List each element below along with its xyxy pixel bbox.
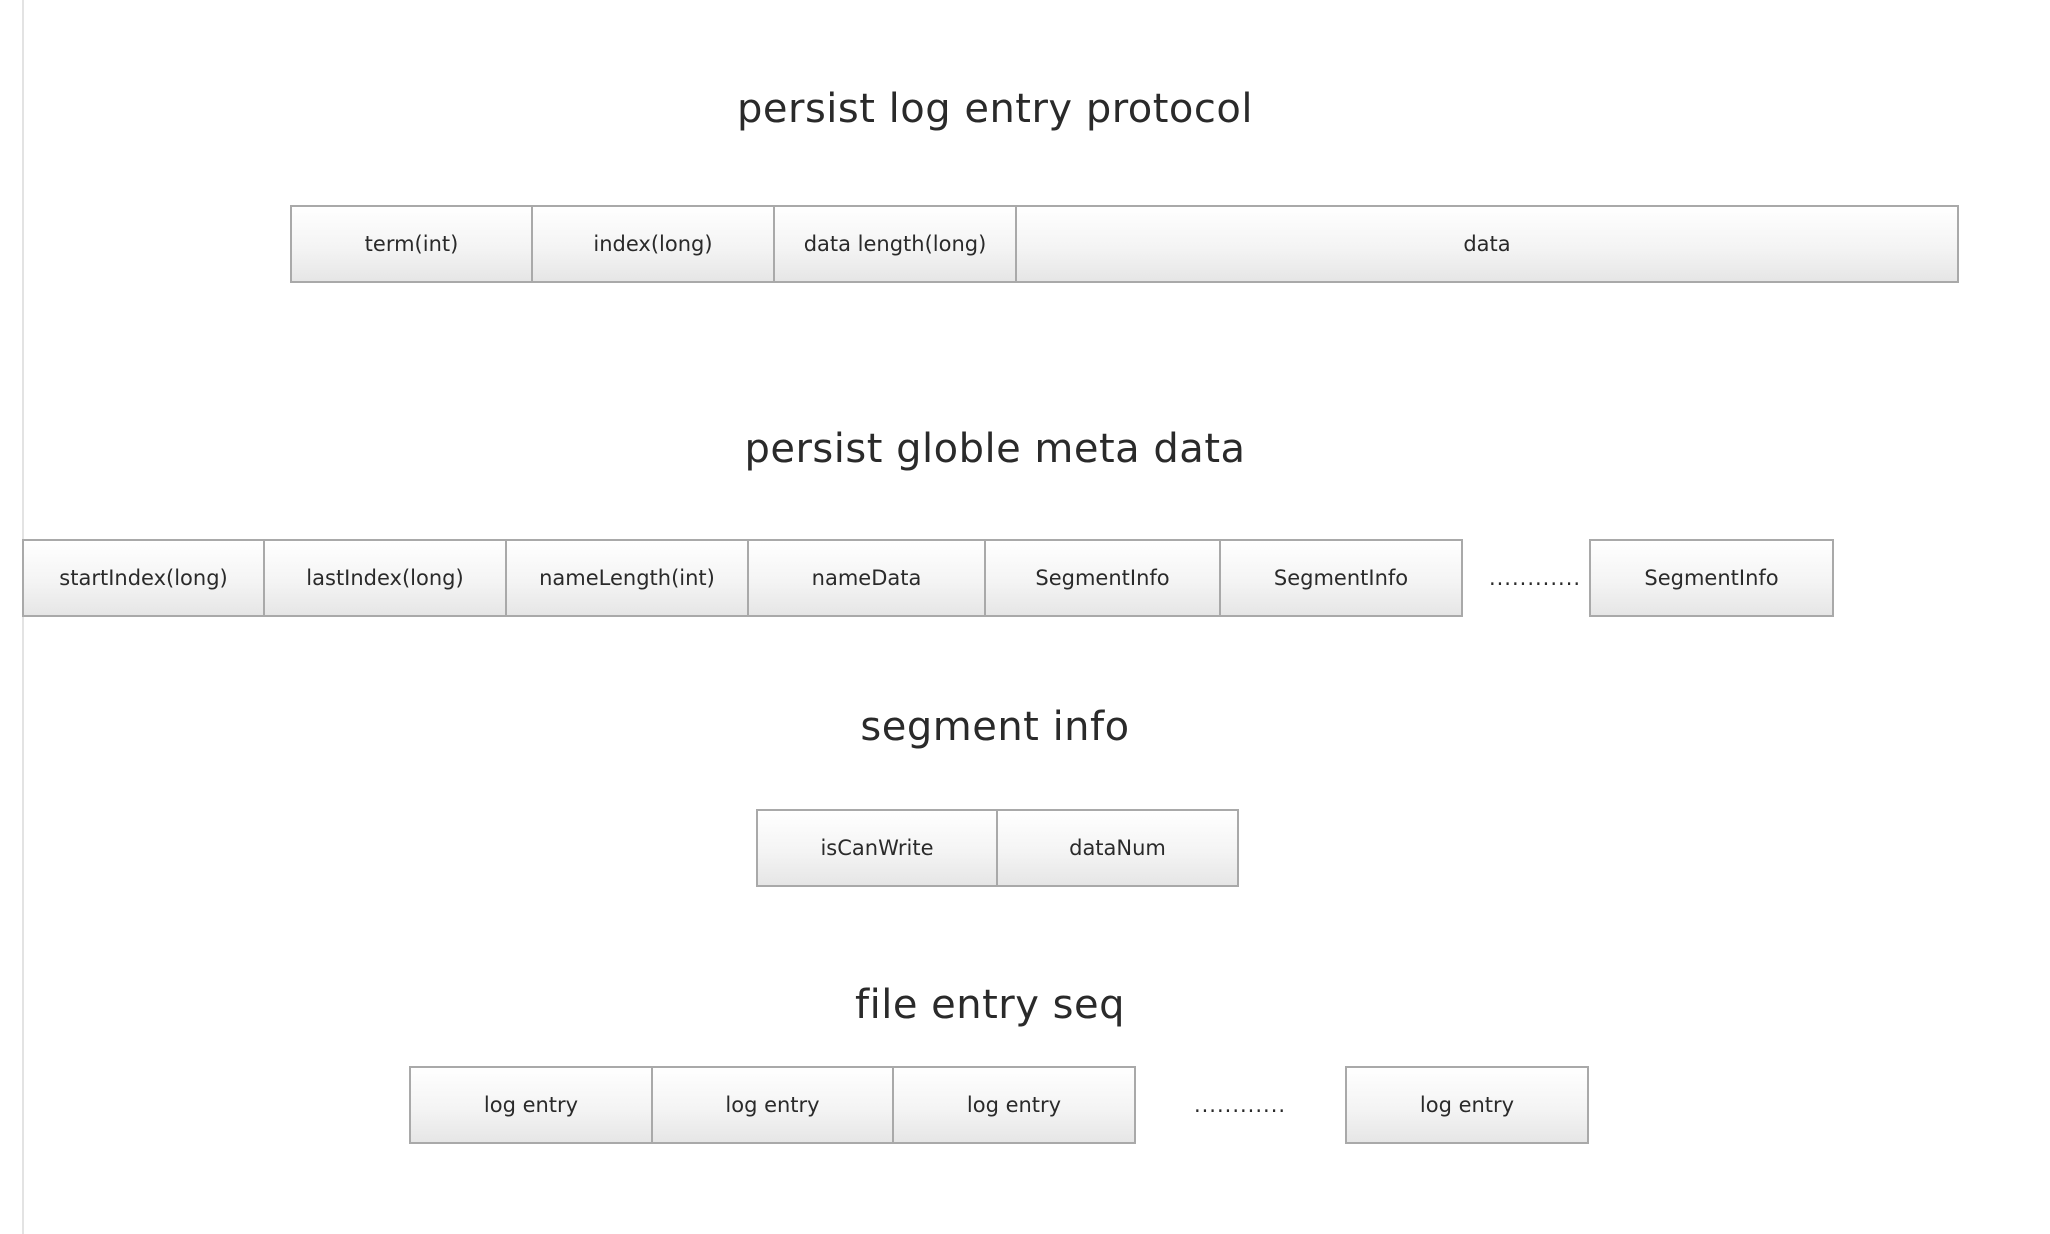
field-log-entry: log entry bbox=[651, 1066, 894, 1144]
field-log-entry-last: log entry bbox=[1345, 1066, 1589, 1144]
log-entry-protocol-title: persist log entry protocol bbox=[737, 86, 1253, 132]
field-segment-info: SegmentInfo bbox=[984, 539, 1221, 617]
field-log-entry: log entry bbox=[409, 1066, 653, 1144]
field-term: term(int) bbox=[290, 205, 533, 283]
file-entry-seq-title: file entry seq bbox=[855, 982, 1125, 1028]
field-is-can-write: isCanWrite bbox=[756, 809, 998, 887]
field-segment-info-last: SegmentInfo bbox=[1589, 539, 1834, 617]
ellipsis: ............ bbox=[1488, 566, 1582, 590]
ellipsis: ............ bbox=[1193, 1093, 1287, 1117]
globle-meta-data-title: persist globle meta data bbox=[744, 426, 1246, 472]
field-segment-info: SegmentInfo bbox=[1219, 539, 1463, 617]
field-last-index: lastIndex(long) bbox=[263, 539, 507, 617]
field-name-length: nameLength(int) bbox=[505, 539, 749, 617]
field-log-entry: log entry bbox=[892, 1066, 1136, 1144]
field-name-data: nameData bbox=[747, 539, 986, 617]
field-data: data bbox=[1015, 205, 1959, 283]
field-index: index(long) bbox=[531, 205, 775, 283]
field-data-num: dataNum bbox=[996, 809, 1239, 887]
left-margin-line bbox=[22, 0, 24, 1234]
field-data-length: data length(long) bbox=[773, 205, 1017, 283]
segment-info-title: segment info bbox=[860, 704, 1130, 750]
field-start-index: startIndex(long) bbox=[22, 539, 265, 617]
